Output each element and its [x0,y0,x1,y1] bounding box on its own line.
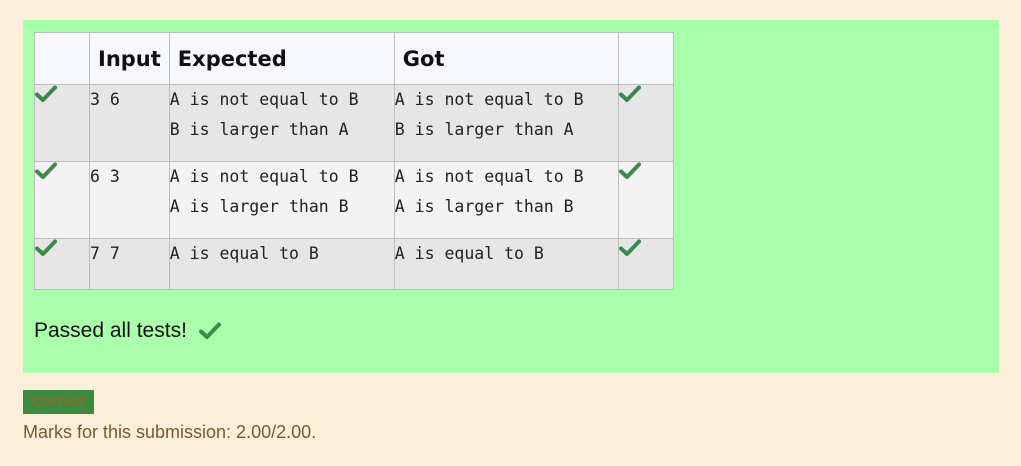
row-result-cell [617,161,674,239]
cell-input: 7 7 [89,238,170,290]
marks-text: Marks for this submission: 2.00/2.00. [23,422,317,442]
correct-badge: Correct [23,390,94,414]
test-results-panel: Input Expected Got 3 6 A is not equal to… [23,20,999,373]
cell-got: A is not equal to B B is larger than A [393,84,619,162]
row-status-cell [34,84,90,162]
checkmark-icon [198,322,221,340]
cell-input: 6 3 [89,161,170,239]
row-status-cell [34,161,90,239]
header-expected: Expected [168,32,395,85]
checkmark-icon [35,239,89,257]
header-result [617,32,674,85]
checkmark-icon [618,162,673,180]
page: Input Expected Got 3 6 A is not equal to… [0,0,1021,466]
cell-expected: A is not equal to B A is larger than B [168,161,395,239]
table-row: 3 6 A is not equal to B B is larger than… [34,84,674,162]
cell-got: A is not equal to B A is larger than B [393,161,619,239]
table-header-row: Input Expected Got [34,32,674,85]
header-got: Got [393,32,619,85]
cell-expected: A is equal to B [168,238,395,290]
checkmark-icon [35,85,89,103]
cell-input: 3 6 [89,84,170,162]
passed-all-tests-message: Passed all tests! [34,319,221,343]
row-result-cell [617,238,674,290]
table-row: 7 7 A is equal to B A is equal to B [34,238,674,290]
passed-text: Passed all tests! [34,319,187,342]
row-result-cell [617,84,674,162]
checkmark-icon [618,239,673,257]
cell-expected: A is not equal to B B is larger than A [168,84,395,162]
header-input: Input [89,32,170,85]
test-results-table: Input Expected Got 3 6 A is not equal to… [34,32,674,290]
checkmark-icon [618,85,673,103]
cell-got: A is equal to B [393,238,619,290]
header-status [34,32,90,85]
row-status-cell [34,238,90,290]
table-row: 6 3 A is not equal to B A is larger than… [34,161,674,239]
checkmark-icon [35,162,89,180]
